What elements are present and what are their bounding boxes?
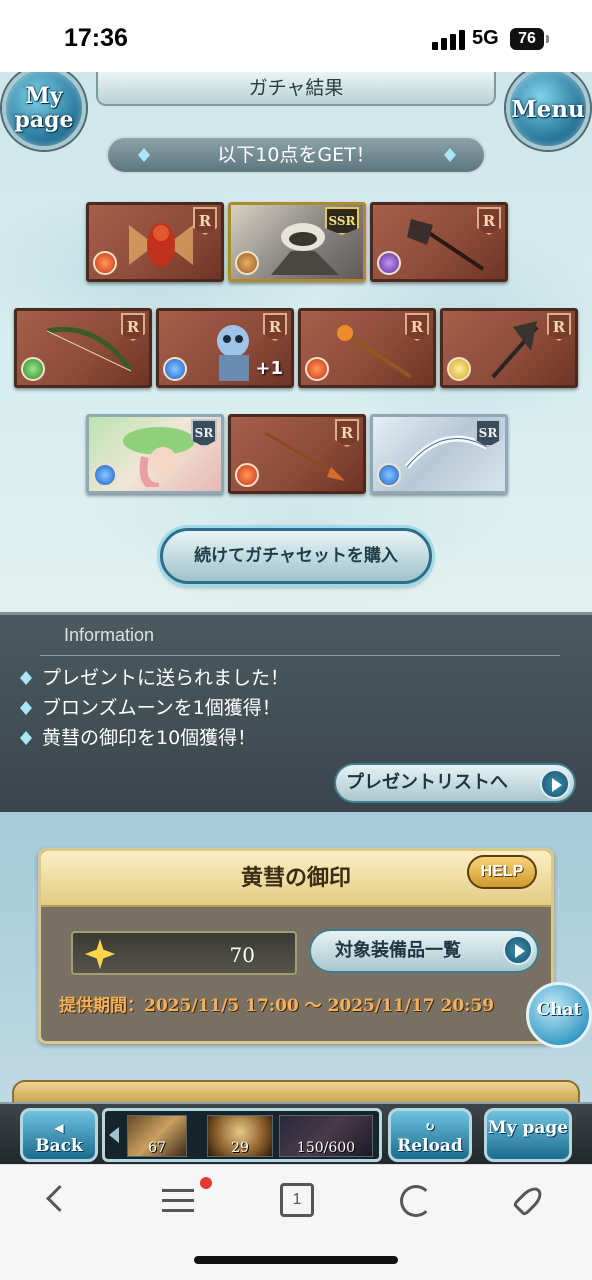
result-card[interactable]: SSR [228, 202, 366, 282]
star-seal-icon [85, 939, 115, 969]
network-label: 5G [472, 27, 499, 49]
fire-element-icon [235, 463, 259, 487]
result-card[interactable]: R [14, 308, 152, 388]
water-element-icon [377, 463, 401, 487]
browser-reload-icon[interactable] [394, 1179, 438, 1223]
info-line: ブロンズムーンを1個獲得！ [20, 693, 281, 720]
info-line: 黄彗の御印を10個獲得！ [20, 723, 256, 750]
result-card[interactable]: SR [86, 414, 224, 494]
result-card[interactable]: R [298, 308, 436, 388]
menu-icon[interactable] [156, 1177, 212, 1223]
item-slot[interactable]: 29 [207, 1115, 273, 1157]
information-title: Information [64, 625, 155, 645]
seal-count: 70 [229, 943, 255, 967]
present-list-button[interactable]: プレゼントリストへ [334, 763, 576, 803]
axe-art [491, 321, 539, 379]
info-line: プレゼントに送られました！ [20, 663, 289, 690]
diamond-icon [20, 671, 32, 685]
get-banner-text: 以下10点をGET！ [217, 144, 375, 166]
target-equipment-label: 対象装備品一覧 [335, 940, 461, 961]
offer-period: 提供期間：2025/11/5 17:00 〜 2025/11/17 20:59 [59, 996, 495, 1016]
mypage-bottom-button[interactable]: My page [484, 1108, 572, 1162]
item-slot[interactable]: 67 [127, 1115, 187, 1157]
earth-element-icon [235, 251, 259, 275]
battery-icon: 76 [510, 28, 549, 50]
staff-art [337, 325, 413, 379]
reload-icon: ↻ [424, 1120, 436, 1135]
reload-button[interactable]: ↻ Reload [388, 1108, 472, 1162]
result-card[interactable]: R +1 [156, 308, 294, 388]
diamond-icon [20, 731, 32, 745]
arrow-right-icon [540, 769, 570, 799]
game-bottom-nav: ◀ Back 67 29 150/600 ↻ Reload My page [0, 1102, 592, 1164]
info-line-text: 黄彗の御印を10個獲得！ [42, 727, 257, 749]
info-line-text: プレゼントに送られました！ [42, 667, 290, 689]
tabs-count: 1 [280, 1183, 314, 1217]
info-line-text: ブロンズムーンを1個獲得！ [42, 697, 281, 719]
diamond-icon [20, 701, 32, 715]
battle-axe-art [407, 219, 485, 271]
status-time: 17:36 [64, 24, 128, 52]
green-hat-girl-art [123, 427, 195, 487]
signal-icon [432, 30, 466, 50]
back-arrow-icon: ◀ [54, 1121, 64, 1135]
seal-panel: 黄彗の御印 HELP 70 対象装備品一覧 提供期間：2025/11/5 17:… [38, 848, 554, 1044]
dark-element-icon [377, 251, 401, 275]
game-screen: ガチャ結果 My page Menu 以下10点をGET！ R SSR R R … [0, 72, 592, 1164]
back-button[interactable]: ◀ Back [20, 1108, 98, 1162]
back-label: Back [35, 1136, 83, 1156]
spear-art [264, 431, 345, 481]
back-icon[interactable] [38, 1179, 82, 1223]
present-list-label: プレゼントリストへ [346, 772, 508, 793]
winged-summon-art [129, 223, 193, 267]
home-indicator [194, 1256, 398, 1264]
notification-dot [200, 1177, 212, 1189]
buy-gacha-set-button[interactable]: 続けてガチャセットを購入 [160, 528, 432, 584]
diamond-icon [138, 148, 150, 162]
item-slot[interactable]: 150/600 [279, 1115, 373, 1157]
plus-one-label: +1 [255, 358, 283, 379]
target-equipment-button[interactable]: 対象装備品一覧 [309, 929, 539, 973]
fire-element-icon [93, 251, 117, 275]
result-card[interactable]: R [370, 202, 508, 282]
chat-button[interactable]: Chat [526, 982, 592, 1048]
wind-element-icon [21, 357, 45, 381]
fire-element-icon [305, 357, 329, 381]
rocket-icon[interactable] [510, 1179, 554, 1223]
item-count: 67 [148, 1140, 166, 1156]
arrow-right-icon [503, 935, 533, 965]
item-count: 150/600 [296, 1140, 356, 1156]
light-element-icon [447, 357, 471, 381]
information-panel: Information プレゼントに送られました！ ブロンズムーンを1個獲得！ … [0, 612, 592, 812]
item-count: 29 [231, 1140, 249, 1156]
help-button[interactable]: HELP [467, 855, 537, 889]
water-element-icon [93, 463, 117, 487]
status-bar: 17:36 5G 76 [0, 0, 592, 72]
bow-art [47, 326, 131, 373]
arrow-left-icon[interactable] [109, 1127, 119, 1143]
result-card[interactable]: R [86, 202, 224, 282]
seal-count-box: 70 [71, 931, 297, 975]
divider [40, 655, 560, 656]
page-title: ガチャ結果 [96, 72, 496, 106]
reload-label: Reload [397, 1136, 463, 1156]
diamond-icon [444, 148, 456, 162]
get-banner: 以下10点をGET！ [106, 136, 486, 174]
result-card[interactable]: R [440, 308, 578, 388]
silver-bow-art [404, 435, 487, 469]
result-card[interactable]: SR [370, 414, 508, 494]
water-element-icon [163, 357, 187, 381]
tabs-icon[interactable]: 1 [276, 1179, 320, 1223]
item-tray[interactable]: 67 29 150/600 [102, 1108, 382, 1162]
result-card[interactable]: R [228, 414, 366, 494]
